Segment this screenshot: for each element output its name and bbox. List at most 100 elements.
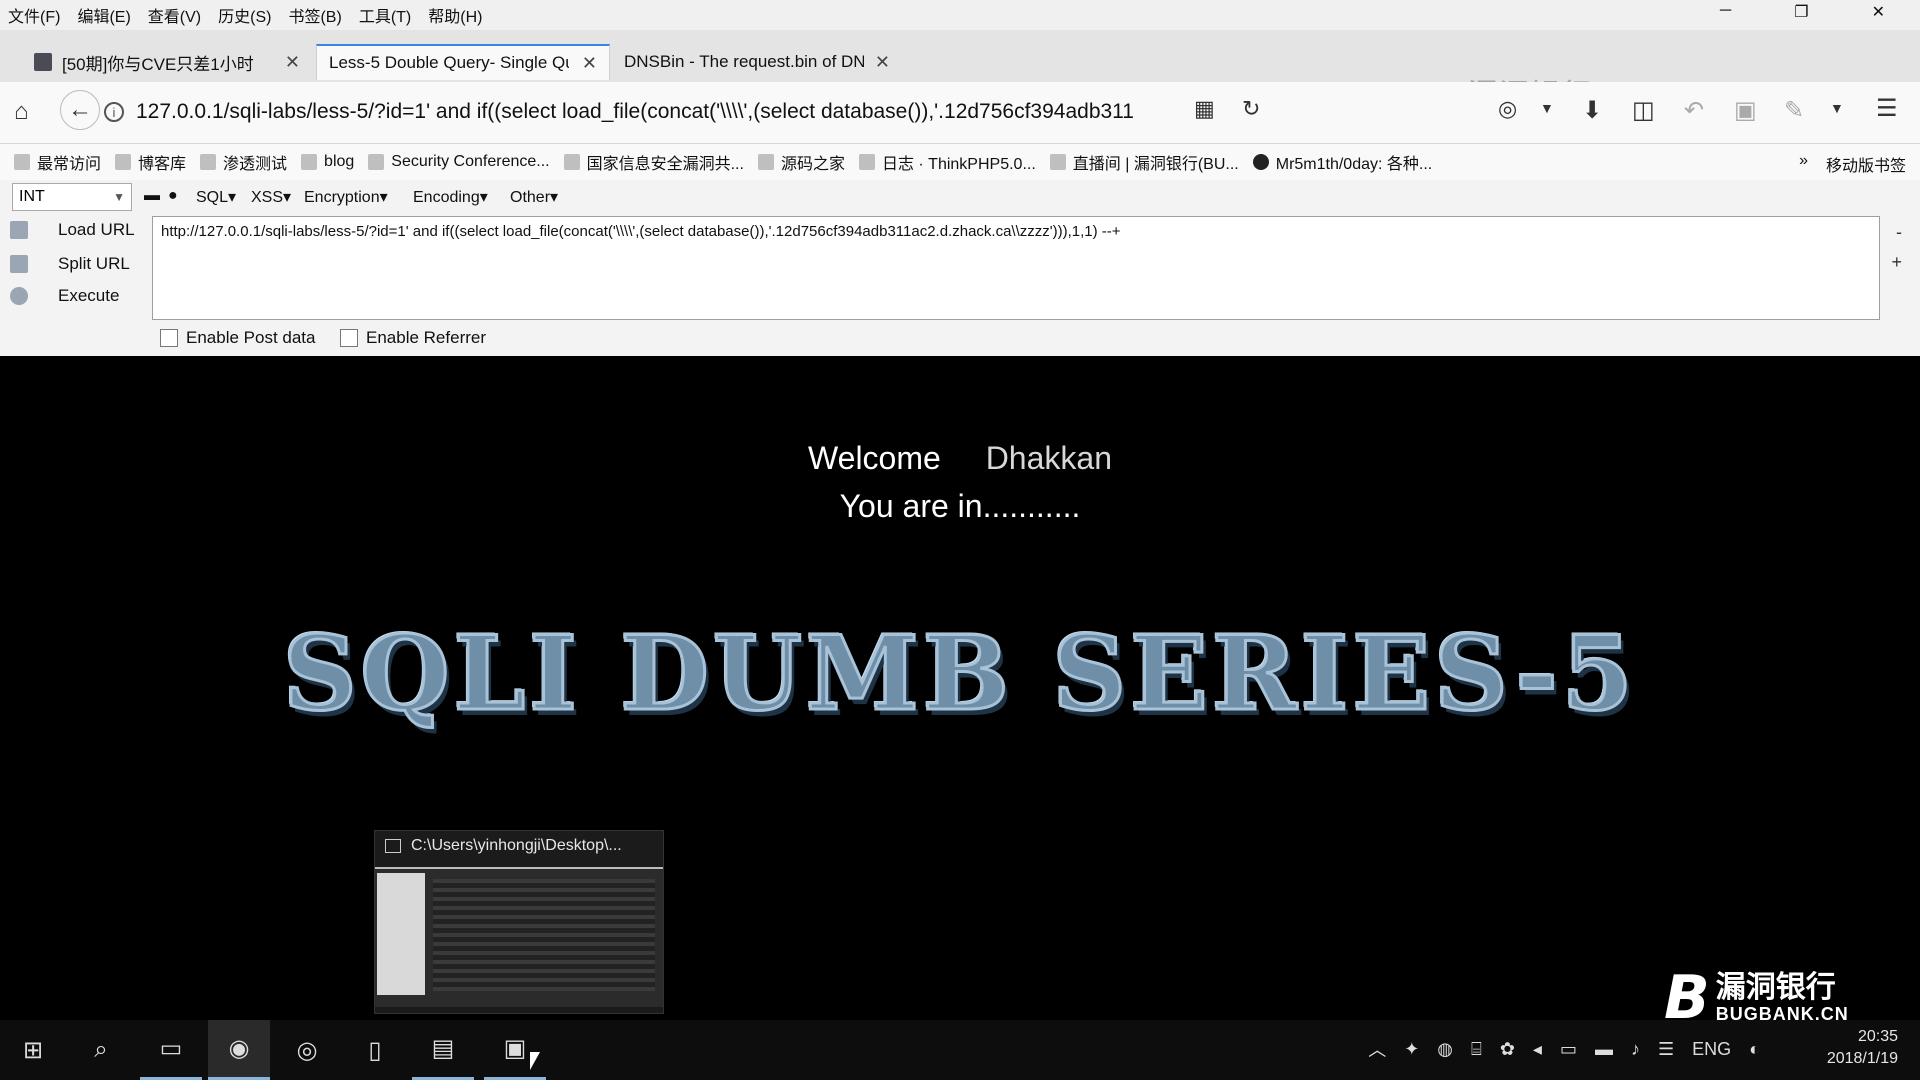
photos-icon[interactable]: ▤ xyxy=(412,1020,474,1080)
undo-icon[interactable]: ↶ xyxy=(1684,96,1704,125)
chevron-down-icon[interactable]: ▼ xyxy=(1830,100,1844,116)
search-icon[interactable]: ⌕ xyxy=(70,1020,132,1080)
close-icon[interactable]: ✕ xyxy=(867,52,890,73)
network-icon[interactable]: ⌸ xyxy=(1471,1039,1482,1060)
address-bar[interactable]: i 127.0.0.1/sqli-labs/less-5/?id=1' and … xyxy=(104,92,1164,132)
window-icon xyxy=(385,839,401,853)
terminal-icon[interactable]: ▣ xyxy=(484,1020,546,1080)
bookmark-label: 最常访问 xyxy=(37,156,102,173)
sidebar-icon[interactable]: ◫ xyxy=(1632,96,1655,125)
chrome-icon[interactable]: ◎ xyxy=(276,1020,338,1080)
bookmark-label: 直播间 | 漏洞银行(BU... xyxy=(1072,156,1239,173)
menu-bookmarks[interactable]: 书签(B) xyxy=(288,3,341,27)
int-select-value: INT xyxy=(19,188,45,205)
dot-icon[interactable]: ● xyxy=(168,187,178,205)
hackbar-toolbar: INT ▼ ▬ ● SQL▾ XSS▾ Encryption▾ Encoding… xyxy=(0,180,1920,214)
hamburger-menu-icon[interactable]: ☰ xyxy=(1876,94,1898,123)
load-url-button[interactable]: Load URL xyxy=(10,220,135,240)
bookmark-item[interactable]: 最常访问 xyxy=(14,150,101,174)
extension-icon[interactable]: ◎ xyxy=(1498,96,1517,122)
wechat-icon[interactable]: ◍ xyxy=(1437,1039,1453,1060)
watermark-cn: 漏洞银行 xyxy=(1715,970,1836,1004)
menu-edit[interactable]: 编辑(E) xyxy=(77,3,130,27)
page-content: Welcome Dhakkan You are in........... SQ… xyxy=(0,356,1920,1028)
hackbar-url-textarea[interactable]: http://127.0.0.1/sqli-labs/less-5/?id=1'… xyxy=(152,216,1880,320)
enable-referrer-checkbox[interactable]: Enable Referrer xyxy=(340,328,486,348)
checkbox-box[interactable] xyxy=(340,329,358,347)
hackbar-menu-encoding[interactable]: Encoding▾ xyxy=(413,187,488,207)
menu-history[interactable]: 历史(S) xyxy=(218,3,271,27)
clock-time: 20:35 xyxy=(1857,1028,1898,1045)
thumbnail-content xyxy=(433,879,655,991)
battery-icon[interactable]: ▬ xyxy=(1595,1039,1613,1060)
reload-icon[interactable]: ↻ xyxy=(1242,96,1260,122)
close-icon[interactable]: ✕ xyxy=(574,53,597,74)
checkbox-box[interactable] xyxy=(160,329,178,347)
bookmark-item[interactable]: 博客库 xyxy=(115,150,186,174)
info-icon[interactable]: i xyxy=(104,102,124,122)
bookmark-item[interactable]: 日志 · ThinkPHP5.0... xyxy=(858,150,1036,174)
execute-button[interactable]: Execute xyxy=(10,286,119,306)
taskbar: ⊞ ⌕ ▭ ◉ ◎ ▯ ▤ ▣ ︿ ✦ ◍ ⌸ ✿ ◂ ▭ ▬ ♪ ☰ ENG … xyxy=(0,1020,1920,1080)
speaker-icon[interactable]: ♪ xyxy=(1631,1039,1640,1060)
menu-tools[interactable]: 工具(T) xyxy=(359,3,411,27)
textarea-shrink-button[interactable]: - xyxy=(1896,222,1902,243)
enable-post-checkbox[interactable]: Enable Post data xyxy=(160,328,315,348)
ime-icon[interactable]: ◐ xyxy=(1749,1039,1760,1060)
menu-file[interactable]: 文件(F) xyxy=(8,3,60,27)
clock[interactable]: 20:35 2018/1/19 xyxy=(1827,1026,1898,1070)
welcome-text: Welcome xyxy=(808,440,941,476)
load-url-label: Load URL xyxy=(58,220,135,239)
bookmark-item[interactable]: 直播间 | 漏洞银行(BU... xyxy=(1049,150,1239,174)
int-select[interactable]: INT ▼ xyxy=(12,183,132,211)
settings-icon[interactable]: ✿ xyxy=(1500,1039,1515,1060)
close-window-button[interactable]: ✕ xyxy=(1872,2,1885,22)
hackbar-menu-encryption[interactable]: Encryption▾ xyxy=(304,187,388,207)
bookmark-item[interactable]: Mr5m1th/0day: 各种... xyxy=(1252,150,1432,174)
menu-view[interactable]: 查看(V) xyxy=(148,3,201,27)
home-icon[interactable]: ⌂ xyxy=(14,98,29,126)
back-icon[interactable]: ← xyxy=(60,90,100,130)
bookmarks-overflow-button[interactable]: » xyxy=(1799,152,1808,176)
display-icon[interactable]: ▭ xyxy=(1560,1039,1577,1060)
hackbar-menu-xss[interactable]: XSS▾ xyxy=(251,187,291,207)
bookmark-item[interactable]: blog xyxy=(301,153,354,171)
taskbar-thumbnail-preview[interactable]: C:\Users\yinhongji\Desktop\... xyxy=(374,830,664,1014)
bookmark-item[interactable]: 国家信息安全漏洞共... xyxy=(563,150,744,174)
input-language[interactable]: ENG xyxy=(1692,1039,1731,1060)
file-explorer-icon[interactable]: ▭ xyxy=(140,1020,202,1080)
bookmark-item[interactable]: 渗透测试 xyxy=(200,150,287,174)
tab-dnsbin[interactable]: DNSBin - The request.bin of DNS ✕ xyxy=(612,44,902,80)
notification-icon[interactable]: ☰ xyxy=(1658,1039,1674,1060)
thumbnail-title: C:\Users\yinhongji\Desktop\... xyxy=(385,837,622,855)
tray-app-icon[interactable]: ✦ xyxy=(1404,1039,1419,1060)
qr-code-icon[interactable]: ▦ xyxy=(1194,96,1215,122)
minimize-button[interactable]: ─ xyxy=(1720,2,1731,22)
hackbar-menu-sql[interactable]: SQL▾ xyxy=(196,187,236,207)
play-icon xyxy=(10,287,28,305)
volume-mute-icon[interactable]: ◂ xyxy=(1533,1039,1542,1060)
enable-post-label: Enable Post data xyxy=(186,328,316,347)
screenshot-icon[interactable]: ▣ xyxy=(1734,96,1757,125)
tab-less5[interactable]: Less-5 Double Query- Single Quotes ✕ xyxy=(316,44,610,80)
download-icon[interactable]: ⬇ xyxy=(1582,96,1602,125)
firefox-icon[interactable]: ◉ xyxy=(208,1020,270,1080)
bookmark-item[interactable]: Security Conference... xyxy=(368,153,550,171)
tools-icon[interactable]: ✎ xyxy=(1784,96,1804,125)
bookmark-icon xyxy=(1049,154,1066,170)
close-icon[interactable]: ✕ xyxy=(277,52,300,73)
restore-button[interactable]: ❐ xyxy=(1794,2,1808,22)
notepad-icon[interactable]: ▯ xyxy=(344,1020,406,1080)
menu-help[interactable]: 帮助(H) xyxy=(428,3,482,27)
minus-icon[interactable]: ▬ xyxy=(144,187,160,205)
bookmark-label: blog xyxy=(324,153,355,170)
chevron-up-icon[interactable]: ︿ xyxy=(1368,1036,1386,1062)
textarea-grow-button[interactable]: + xyxy=(1891,252,1902,273)
chevron-down-icon[interactable]: ▼ xyxy=(1540,100,1554,116)
mobile-bookmarks[interactable]: 移动版书签 xyxy=(1826,152,1906,176)
bookmark-item[interactable]: 源码之家 xyxy=(757,150,845,174)
hackbar-menu-other[interactable]: Other▾ xyxy=(510,187,558,207)
tab-cve[interactable]: [50期]你与CVE只差1小时 ✕ xyxy=(22,44,312,80)
split-url-button[interactable]: Split URL xyxy=(10,254,130,274)
windows-start-icon[interactable]: ⊞ xyxy=(2,1020,64,1080)
